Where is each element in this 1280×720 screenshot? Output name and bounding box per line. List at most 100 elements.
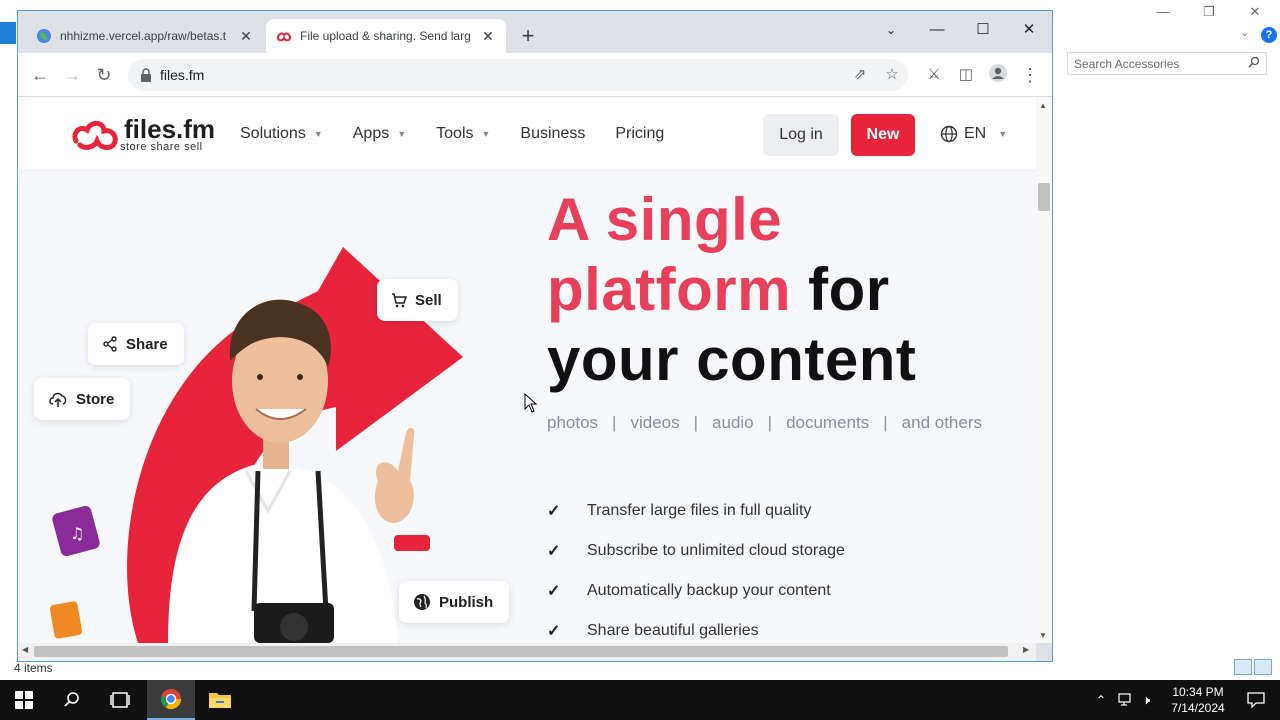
scroll-left-arrow-icon[interactable]: ◀ <box>22 645 28 654</box>
chevron-down-icon[interactable]: ⌄ <box>1240 26 1252 39</box>
close-window-button[interactable]: ✕ <box>1006 17 1052 43</box>
checkmark-icon: ✓ <box>547 503 561 520</box>
help-icon[interactable]: ? <box>1261 27 1277 43</box>
start-button[interactable] <box>0 680 48 720</box>
clock-date: 7/14/2024 <box>1171 701 1225 715</box>
caret-down-icon: ▼ <box>481 129 491 139</box>
globe-icon <box>940 125 958 143</box>
tab-label: nhhizme.vercel.app/raw/betas.t <box>60 29 227 43</box>
caret-down-icon: ▼ <box>998 129 1008 139</box>
network-icon[interactable] <box>1118 693 1134 707</box>
chrome-icon <box>160 689 182 710</box>
feature-item: ✓ Transfer large files in full quality <box>547 502 812 520</box>
details-view-icon[interactable] <box>1234 659 1252 675</box>
headline-line2-red: platform <box>547 256 791 323</box>
show-hidden-icons-chevron-icon[interactable]: ⌃ <box>1096 693 1110 707</box>
explorer-search-input[interactable]: Search Accessories <box>1067 52 1267 75</box>
nav-pricing[interactable]: Pricing <box>615 125 664 143</box>
caret-down-icon: ▼ <box>313 129 323 139</box>
search-icon <box>64 692 79 707</box>
clock-time: 10:34 PM <box>1172 685 1224 699</box>
brand-tagline: store share sell <box>120 141 203 153</box>
horizontal-scrollbar[interactable]: ◀ ▶ <box>18 643 1036 661</box>
store-pill: Store <box>34 378 131 420</box>
minimize-button[interactable]: — <box>914 17 960 43</box>
menu-kebab-icon[interactable]: ⋮ <box>1018 63 1042 87</box>
task-view-button[interactable] <box>96 680 144 720</box>
explorer-minimize-button[interactable]: — <box>1140 2 1186 22</box>
extension-flask-icon[interactable]: ⚔ <box>922 63 946 87</box>
windows-taskbar: ⌃ 🕨 10:34 PM 7/14/2024 <box>0 680 1280 720</box>
scroll-down-arrow-icon[interactable]: ▼ <box>1039 631 1047 640</box>
large-icons-view-icon[interactable] <box>1254 659 1272 675</box>
login-button[interactable]: Log in <box>763 114 839 156</box>
nav-solutions[interactable]: Solutions ▼ <box>240 125 323 143</box>
checkmark-icon: ✓ <box>547 543 561 560</box>
folder-icon <box>209 693 231 708</box>
site-header: files.fm store share sell Solutions ▼ App… <box>18 97 1036 171</box>
scroll-right-arrow-icon[interactable]: ▶ <box>1023 645 1029 654</box>
lock-icon <box>141 68 151 82</box>
category-videos: videos <box>630 413 680 432</box>
new-tab-button[interactable]: + <box>516 24 540 48</box>
reload-icon[interactable]: ↻ <box>92 63 116 87</box>
sell-pill: Sell <box>377 279 458 321</box>
bookmark-star-icon[interactable]: ☆ <box>882 65 902 85</box>
side-panel-icon[interactable]: ◫ <box>954 63 978 87</box>
cart-icon <box>392 293 407 308</box>
maximize-button[interactable]: ☐ <box>960 17 1006 43</box>
explorer-ribbon-edge <box>0 22 16 44</box>
nav-tools[interactable]: Tools ▼ <box>436 125 490 143</box>
tab-vercel[interactable]: nhhizme.vercel.app/raw/betas.t ✕ <box>26 19 264 53</box>
scroll-up-arrow-icon[interactable]: ▲ <box>1039 101 1047 110</box>
file-explorer-taskbar-button[interactable] <box>196 680 244 720</box>
address-bar[interactable]: files.fm ⇗ ☆ <box>128 59 908 91</box>
feature-item: ✓ Automatically backup your content <box>547 582 831 600</box>
notifications-button[interactable] <box>1232 680 1280 720</box>
nav-apps[interactable]: Apps ▼ <box>353 125 406 143</box>
tab-label: File upload & sharing. Send larg <box>300 29 471 43</box>
language-label: EN <box>964 125 987 142</box>
volume-icon[interactable]: 🕨 <box>1142 692 1150 708</box>
main-nav: Solutions ▼ Apps ▼ Tools ▼ Business Pricing <box>240 125 694 143</box>
tab-search-chevron-icon[interactable]: ⌄ <box>868 17 914 43</box>
browser-toolbar: ← → ↻ files.fm ⇗ ☆ ⚔ ◫ ⋮ <box>18 53 1052 97</box>
search-placeholder: Search Accessories <box>1074 57 1180 71</box>
feature-list: ✓ Transfer large files in full quality ✓ S… <box>547 491 845 643</box>
language-selector[interactable]: EN ▼ <box>940 125 1007 143</box>
globe-favicon-icon <box>37 29 51 43</box>
feature-item: ✓ Share beautiful galleries <box>547 622 759 640</box>
globe-icon <box>414 594 430 610</box>
close-tab-icon[interactable]: ✕ <box>238 28 254 45</box>
caret-down-icon: ▼ <box>397 129 407 139</box>
explorer-view-buttons[interactable] <box>1234 659 1276 677</box>
url-text: files.fm <box>160 67 205 83</box>
close-tab-icon[interactable]: ✕ <box>480 28 496 45</box>
share-icon[interactable]: ⇗ <box>850 65 870 85</box>
category-documents: documents <box>786 413 870 432</box>
filesfm-logo[interactable]: files.fm store share sell <box>70 116 215 153</box>
cloud-logo-icon <box>72 120 118 151</box>
taskbar-clock[interactable]: 10:34 PM 7/14/2024 <box>1160 684 1236 716</box>
page-viewport: files.fm store share sell Solutions ▼ App… <box>18 97 1036 643</box>
browser-window: nhhizme.vercel.app/raw/betas.t ✕ File up… <box>17 10 1053 662</box>
forward-arrow-icon[interactable]: → <box>60 63 84 87</box>
nav-business[interactable]: Business <box>520 125 585 143</box>
tab-strip: nhhizme.vercel.app/raw/betas.t ✕ File up… <box>18 11 1052 53</box>
publish-pill: Publish <box>399 581 510 623</box>
category-photos: photos <box>547 413 599 432</box>
back-arrow-icon[interactable]: ← <box>28 63 52 87</box>
chrome-taskbar-button[interactable] <box>147 680 195 720</box>
vertical-scroll-thumb[interactable] <box>1038 183 1050 211</box>
horizontal-scroll-thumb[interactable] <box>34 646 1008 657</box>
explorer-maximize-button[interactable]: ❐ <box>1186 2 1232 22</box>
tab-filesfm[interactable]: File upload & sharing. Send larg ✕ <box>266 19 506 53</box>
svg-text:♫: ♫ <box>70 524 84 543</box>
category-others: and others <box>901 413 982 432</box>
explorer-close-button[interactable]: ✕ <box>1232 2 1278 22</box>
headline-line3: your content <box>547 326 917 393</box>
profile-avatar-icon[interactable] <box>986 63 1010 87</box>
search-taskbar-button[interactable] <box>48 680 96 720</box>
vertical-scrollbar[interactable]: ▲ ▼ <box>1036 97 1052 643</box>
new-button[interactable]: New <box>851 114 915 156</box>
